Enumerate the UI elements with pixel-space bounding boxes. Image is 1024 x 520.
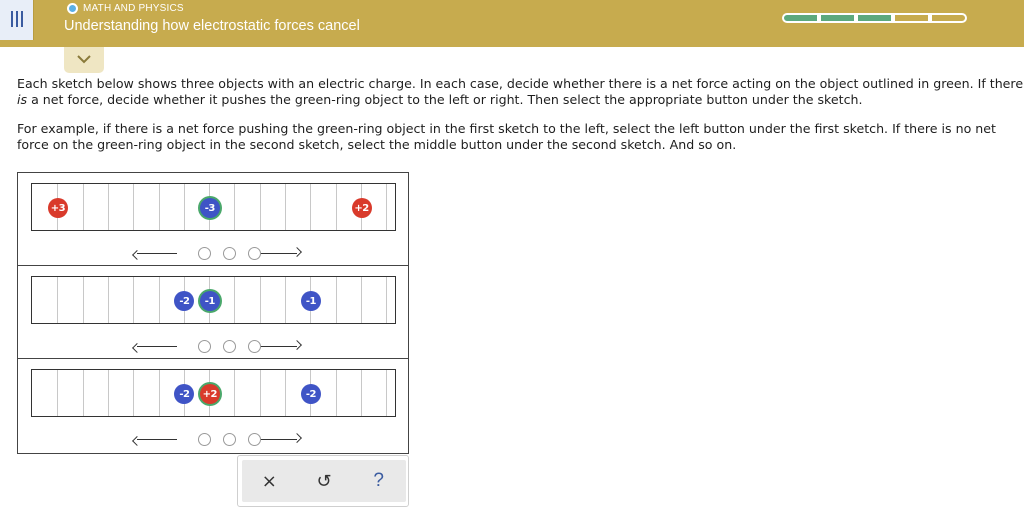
subject-text: MATH AND PHYSICS <box>83 3 184 14</box>
subject-dot-icon <box>67 3 78 14</box>
help-button[interactable]: ? <box>364 466 394 496</box>
radio-none[interactable] <box>223 247 236 260</box>
sketch-1: +3 -3 +2 <box>18 173 408 266</box>
answer-toolbar: × ↺ ? <box>237 455 409 507</box>
radio-left[interactable] <box>198 247 211 260</box>
radio-left[interactable] <box>198 340 211 353</box>
sketches-panel: +3 -3 +2 -2 -1 -1 -2 +2 -2 <box>17 172 409 454</box>
grid-line <box>57 277 59 323</box>
radio-right[interactable] <box>248 340 261 353</box>
header-bar: MATH AND PHYSICS Understanding how elect… <box>0 0 1024 47</box>
grid-line <box>285 277 286 323</box>
charge: -2 <box>174 291 195 311</box>
grid-line <box>158 277 160 323</box>
charge: -1 <box>300 291 321 311</box>
grid-line <box>107 277 109 323</box>
left-arrow-icon <box>137 439 177 440</box>
radio-right[interactable] <box>248 247 261 260</box>
direction-choices <box>137 246 297 262</box>
right-arrow-icon <box>257 253 297 254</box>
sketch-3: -2 +2 -2 <box>18 359 408 452</box>
target-charge: -3 <box>199 198 220 218</box>
progress-bar <box>782 13 967 23</box>
grid-line <box>158 370 160 416</box>
grid-line <box>360 370 362 416</box>
radio-none[interactable] <box>223 433 236 446</box>
grid-line <box>234 370 236 416</box>
chevron-down-icon <box>77 55 91 64</box>
grid-line <box>259 277 261 323</box>
radio-left[interactable] <box>198 433 211 446</box>
progress-segment <box>782 13 819 23</box>
charge-track: -2 -1 -1 <box>31 276 396 324</box>
progress-segment <box>856 13 893 23</box>
grid-line <box>259 370 261 416</box>
grid-line <box>259 184 261 230</box>
grid-line <box>133 277 135 323</box>
grid-line <box>386 184 388 230</box>
instructions-text: a net force, decide whether it pushes th… <box>27 92 863 107</box>
grid-line <box>285 370 286 416</box>
grid-line <box>133 370 135 416</box>
direction-choices <box>137 432 297 448</box>
grid-line <box>82 370 84 416</box>
sketch-2: -2 -1 -1 <box>18 266 408 359</box>
hamburger-icon-bar <box>11 11 13 27</box>
subject-label: MATH AND PHYSICS <box>67 3 184 14</box>
grid-line <box>107 184 109 230</box>
grid-line <box>57 370 59 416</box>
grid-line <box>234 184 236 230</box>
undo-button[interactable]: ↺ <box>309 466 339 496</box>
toolbar-buttons: × ↺ ? <box>242 460 406 502</box>
right-arrow-icon <box>257 439 297 440</box>
collapse-header-button[interactable] <box>64 47 104 73</box>
grid-line <box>82 277 84 323</box>
instructions-paragraph-2: For example, if there is a net force pus… <box>17 121 996 152</box>
grid-line <box>310 184 312 230</box>
instructions-text: Each sketch below shows three objects wi… <box>17 76 1024 91</box>
hamburger-icon-bar <box>21 11 23 27</box>
hamburger-icon-bar <box>16 11 18 27</box>
grid-line <box>335 184 337 230</box>
left-arrow-icon <box>137 253 177 254</box>
target-charge: +2 <box>199 384 220 404</box>
charge: -2 <box>300 384 321 404</box>
charge-track: -2 +2 -2 <box>31 369 396 417</box>
grid-line <box>183 184 185 230</box>
right-arrow-icon <box>257 346 297 347</box>
grid-line <box>335 370 337 416</box>
progress-segment <box>893 13 930 23</box>
grid-line <box>234 277 236 323</box>
grid-line <box>285 184 286 230</box>
radio-right[interactable] <box>248 433 261 446</box>
charge: -2 <box>174 384 195 404</box>
page-title: Understanding how electrostatic forces c… <box>64 18 360 34</box>
progress-segment <box>819 13 856 23</box>
grid-line <box>386 277 388 323</box>
grid-line <box>107 370 109 416</box>
clear-button[interactable]: × <box>254 466 284 496</box>
direction-choices <box>137 339 297 355</box>
grid-line <box>158 184 160 230</box>
progress-segment <box>930 13 967 23</box>
left-arrow-icon <box>137 346 177 347</box>
instructions-paragraph-1: Each sketch below shows three objects wi… <box>17 76 1024 108</box>
target-charge: -1 <box>199 291 220 311</box>
charge: +2 <box>351 198 372 218</box>
instructions-emphasis: is <box>17 92 28 107</box>
charge: +3 <box>47 198 68 218</box>
grid-line <box>133 184 135 230</box>
grid-line <box>386 370 388 416</box>
grid-line <box>335 277 337 323</box>
charge-track: +3 -3 +2 <box>31 183 396 231</box>
menu-button[interactable] <box>0 0 34 40</box>
grid-line <box>82 184 84 230</box>
radio-none[interactable] <box>223 340 236 353</box>
grid-line <box>360 277 362 323</box>
